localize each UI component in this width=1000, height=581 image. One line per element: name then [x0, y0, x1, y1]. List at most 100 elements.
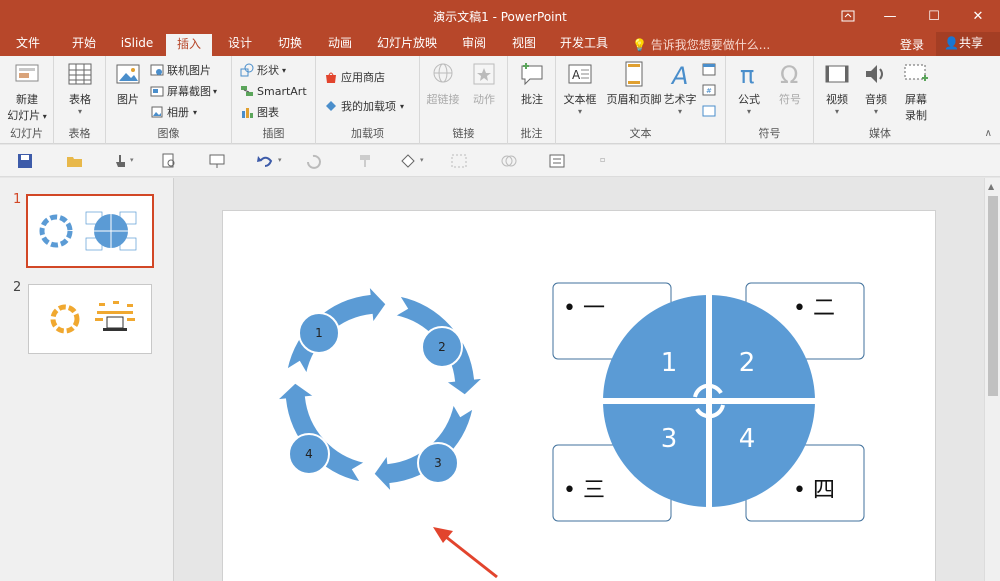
group-label-images: 图像: [157, 127, 180, 140]
picture-button[interactable]: 图片: [112, 60, 144, 107]
cycle-diagram[interactable]: 1 2 3 4: [276, 285, 484, 493]
share-label: 共享: [958, 36, 983, 50]
tab-view[interactable]: 视图: [504, 32, 544, 56]
new-slide-button[interactable]: 新建 幻灯片 ▾: [6, 60, 48, 123]
tab-file[interactable]: 文件: [8, 32, 48, 56]
quadrant-number: 4: [739, 424, 756, 454]
slideshow-start-icon[interactable]: [208, 153, 226, 169]
share-button[interactable]: 👤共享: [936, 32, 1000, 56]
touch-mode-icon[interactable]: [112, 153, 130, 169]
shapes-label: 形状: [257, 64, 279, 77]
screen-recording-icon: [904, 64, 928, 81]
tab-design[interactable]: 设计: [220, 32, 260, 56]
album-button[interactable]: 相册 ▾: [150, 103, 197, 121]
group-label-slides: 幻灯片: [10, 127, 43, 140]
scrollbar-thumb[interactable]: [988, 196, 998, 396]
header-footer-button[interactable]: 页眉和页脚: [604, 60, 664, 107]
quadrant-diagram[interactable]: 1 2 3 4 • 一 • 二 • 三 • 四: [552, 282, 865, 522]
minimize-button[interactable]: —: [868, 0, 912, 32]
hyperlink-button[interactable]: 超链接: [424, 60, 462, 107]
slide-number-button[interactable]: #: [702, 81, 719, 99]
slide-thumbnail-1-preview: [39, 211, 137, 251]
text-box-qat-icon[interactable]: [548, 153, 566, 169]
vertical-scrollbar[interactable]: ▲: [984, 178, 1000, 581]
group-tables: 表格 ▾ 表格: [54, 56, 106, 144]
slide-thumbnail-1[interactable]: [26, 194, 154, 268]
print-preview-icon[interactable]: [160, 153, 178, 169]
close-button[interactable]: ✕: [956, 0, 1000, 32]
screenshot-icon: [150, 86, 164, 97]
equation-button[interactable]: π 公式 ▾: [730, 60, 768, 116]
tab-animations[interactable]: 动画: [320, 32, 360, 56]
screenshot-label: 屏幕截图: [167, 85, 211, 98]
shape-dropdown-icon[interactable]: ▾: [420, 156, 424, 164]
date-time-button[interactable]: [702, 60, 719, 78]
group-label-text: 文本: [629, 127, 652, 140]
wordart-label: 艺术字: [663, 93, 697, 106]
store-icon: [326, 72, 336, 83]
object-button[interactable]: [702, 102, 719, 120]
action-icon: [473, 63, 495, 85]
tab-slideshow[interactable]: 幻灯片放映: [372, 32, 442, 56]
screen-recording-label2: 录制: [905, 109, 927, 122]
tell-me-box[interactable]: 💡 告诉我您想要做什么...: [632, 36, 770, 53]
scroll-up-icon[interactable]: ▲: [988, 182, 994, 191]
tab-insert[interactable]: 插入: [166, 34, 212, 56]
hyperlink-icon: [433, 63, 453, 83]
group-text: A 文本框 ▾ 页眉和页脚 A 艺术字 ▾ # 文本: [556, 56, 726, 144]
svg-text:π: π: [740, 61, 754, 88]
wordart-icon: A: [670, 62, 688, 88]
tab-islide[interactable]: iSlide: [114, 32, 160, 56]
audio-label: 音频: [865, 93, 887, 106]
screenshot-button[interactable]: 屏幕截图 ▾: [150, 82, 217, 100]
shape-fill-icon[interactable]: [400, 153, 418, 169]
symbol-label: 符号: [779, 93, 801, 106]
quadrant-divider-horizontal: [601, 398, 817, 404]
ribbon-display-icon: [841, 10, 855, 22]
smartart-label: SmartArt: [257, 84, 307, 98]
group-label-media: 媒体: [869, 127, 891, 140]
group-label-addins: 加载项: [351, 127, 384, 140]
symbol-button[interactable]: Ω 符号: [772, 60, 808, 107]
screen-recording-button[interactable]: 屏幕 录制: [898, 60, 934, 123]
slide-editing-canvas: 1 2 3 4 1 2 3 4 • 一 • 二 • 三 • 四: [175, 178, 984, 581]
tab-review[interactable]: 审阅: [454, 32, 494, 56]
action-label: 动作: [473, 93, 495, 106]
slide-thumbnail-2[interactable]: [28, 284, 152, 354]
redo-icon[interactable]: [304, 153, 322, 169]
cycle-node-label: 2: [438, 340, 446, 354]
audio-button[interactable]: 音频 ▾: [858, 60, 894, 116]
store-button[interactable]: 应用商店: [324, 68, 385, 86]
login-button[interactable]: 登录: [900, 36, 924, 53]
undo-icon[interactable]: [256, 153, 274, 169]
undo-dropdown-icon[interactable]: ▾: [278, 156, 282, 164]
online-picture-button[interactable]: 联机图片: [150, 61, 211, 79]
save-icon[interactable]: [16, 153, 34, 169]
action-button[interactable]: 动作: [466, 60, 502, 107]
shapes-button[interactable]: 形状 ▾: [240, 61, 286, 79]
chart-button[interactable]: 图表: [240, 103, 279, 121]
comment-label: 批注: [521, 93, 543, 106]
tab-transitions[interactable]: 切换: [270, 32, 310, 56]
group-objects-icon[interactable]: [450, 153, 468, 169]
current-slide[interactable]: 1 2 3 4 1 2 3 4 • 一 • 二 • 三 • 四: [222, 210, 936, 581]
video-button[interactable]: 视频 ▾: [818, 60, 856, 116]
tab-developer[interactable]: 开发工具: [556, 32, 612, 56]
my-addins-button[interactable]: 我的加载项 ▾: [324, 97, 404, 115]
textbox-button[interactable]: A 文本框 ▾: [560, 60, 600, 116]
open-folder-icon[interactable]: [66, 153, 84, 169]
comment-button[interactable]: 批注: [514, 60, 550, 107]
table-button[interactable]: 表格 ▾: [62, 60, 98, 116]
ribbon-display-options-button[interactable]: [826, 0, 870, 32]
format-painter-icon[interactable]: [356, 153, 374, 169]
smartart-button[interactable]: SmartArt: [240, 82, 307, 100]
merge-shapes-icon[interactable]: [500, 153, 518, 169]
maximize-button[interactable]: ☐: [912, 0, 956, 32]
touch-dropdown-icon[interactable]: ▾: [130, 156, 134, 164]
wordart-button[interactable]: A 艺术字 ▾: [662, 60, 698, 116]
customize-qat-icon[interactable]: ▫: [600, 155, 605, 164]
collapse-ribbon-button[interactable]: ∧: [985, 128, 992, 139]
new-slide-label: 新建: [16, 93, 38, 106]
tab-home[interactable]: 开始: [62, 32, 106, 56]
tell-me-text: 告诉我您想要做什么...: [650, 38, 771, 52]
